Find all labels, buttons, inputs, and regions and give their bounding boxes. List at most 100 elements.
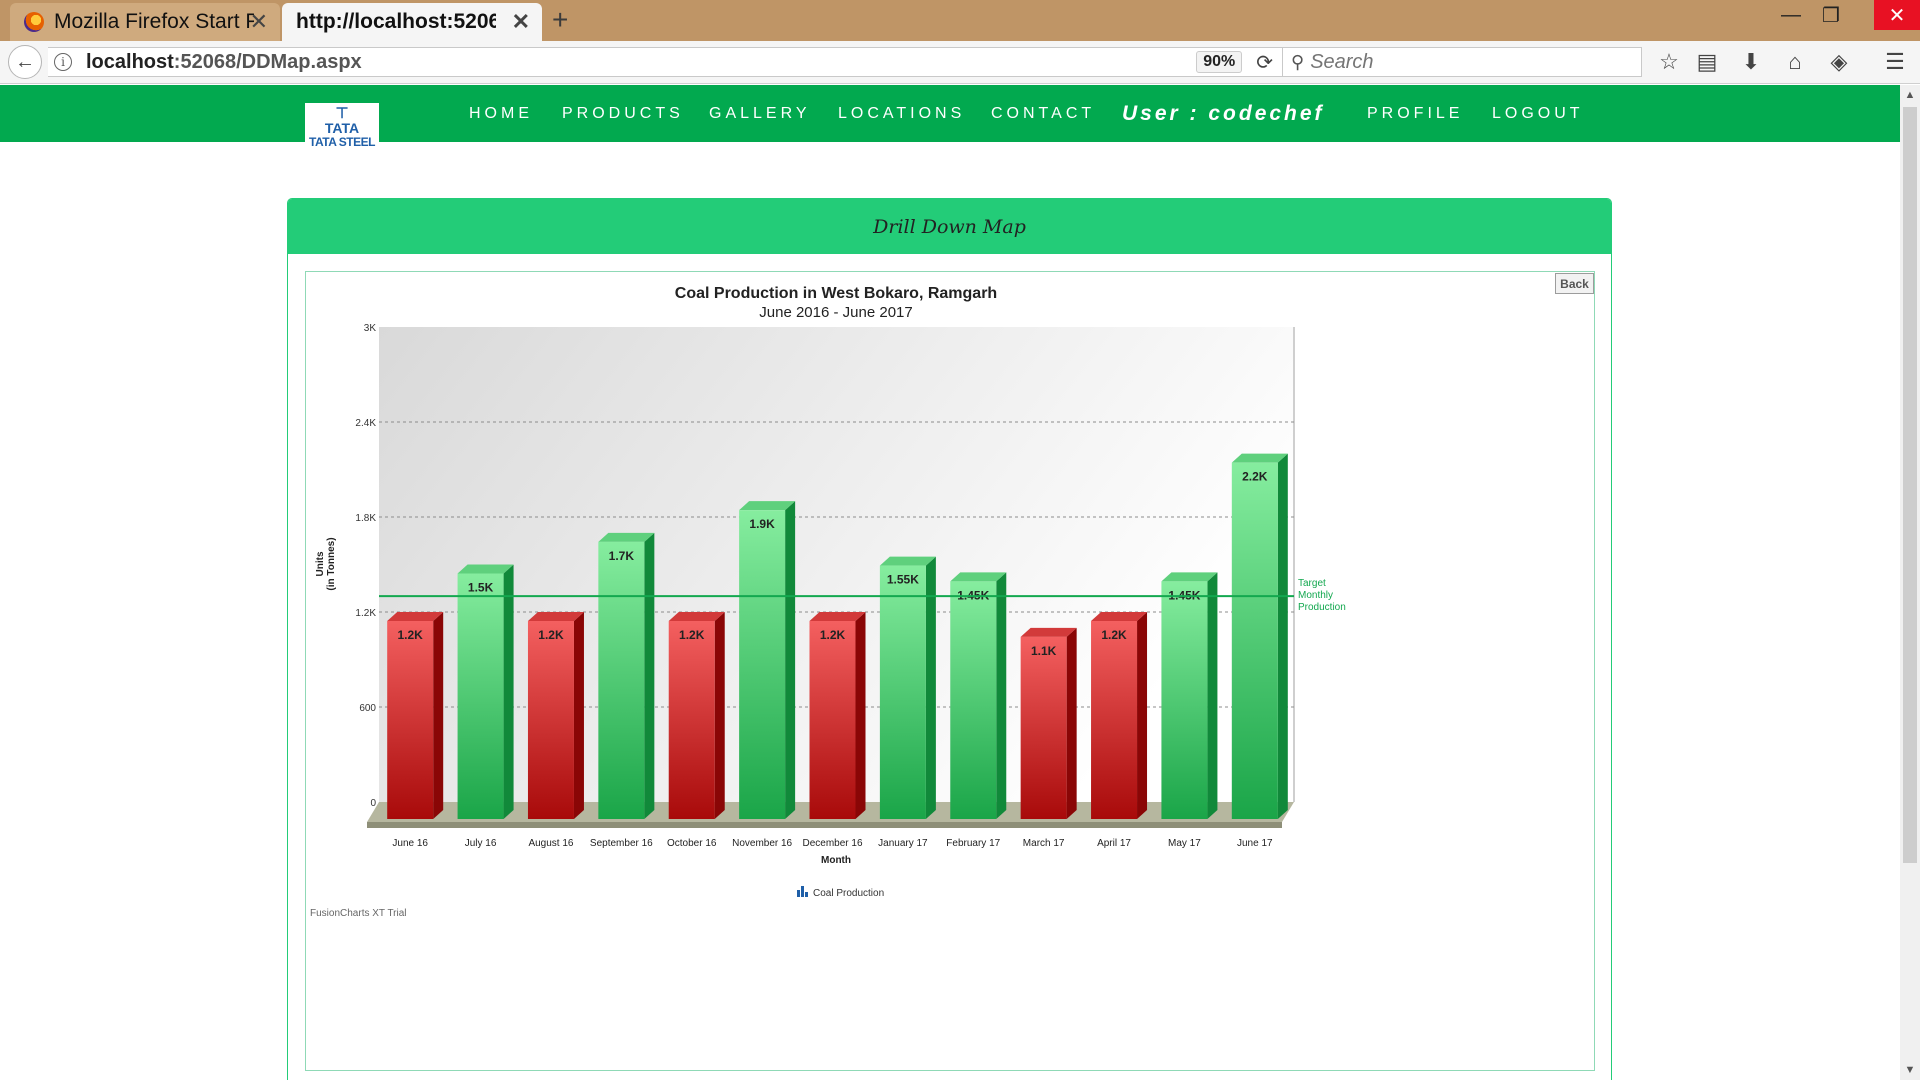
- vertical-scrollbar[interactable]: ▲ ▼: [1900, 85, 1920, 1080]
- restore-icon[interactable]: ❐: [1808, 0, 1854, 30]
- nav-logout[interactable]: LOGOUT: [1492, 85, 1584, 142]
- bar-value-label: 1.2K: [679, 628, 705, 642]
- bar: [527, 621, 574, 819]
- bar: [950, 581, 997, 819]
- x-tick-label: November 16: [732, 838, 792, 849]
- address-bar[interactable]: i localhost:52068/DDMap.aspx 90% ⟳: [48, 47, 1284, 77]
- nav-profile[interactable]: PROFILE: [1367, 85, 1463, 142]
- bar-value-label: 1.2K: [820, 628, 846, 642]
- y-tick-label: 2.4K: [355, 418, 376, 429]
- bar-value-label: 1.2K: [398, 628, 424, 642]
- bar-side: [1277, 453, 1288, 819]
- x-tick-label: June 16: [392, 838, 428, 849]
- y-tick-label: 600: [359, 703, 376, 714]
- bar: [457, 573, 504, 819]
- nav-home[interactable]: HOME: [469, 85, 533, 142]
- menu-hamburger-icon[interactable]: ☰: [1880, 49, 1910, 75]
- close-tab-icon[interactable]: ✕: [250, 9, 268, 35]
- legend-icon-bar: [805, 892, 808, 897]
- x-tick-label: September 16: [590, 838, 653, 849]
- trial-watermark: FusionCharts XT Trial: [310, 908, 407, 919]
- scroll-up-arrow-icon[interactable]: ▲: [1900, 85, 1920, 105]
- scroll-thumb[interactable]: [1903, 107, 1917, 863]
- window-close-icon[interactable]: ✕: [1874, 0, 1920, 30]
- chart-floor-front: [367, 822, 1282, 828]
- bar: [879, 565, 926, 819]
- bar: [1161, 581, 1208, 819]
- reading-list-icon[interactable]: ▤: [1692, 49, 1722, 75]
- url-path: :52068/DDMap.aspx: [173, 50, 362, 73]
- x-tick-label: January 17: [878, 838, 928, 849]
- legend-label: Coal Production: [813, 888, 884, 899]
- bar: [1020, 636, 1067, 819]
- reload-icon[interactable]: ⟳: [1256, 50, 1273, 75]
- x-tick-label: August 16: [528, 838, 573, 849]
- bar: [739, 510, 786, 819]
- pocket-icon[interactable]: ◈: [1824, 49, 1854, 75]
- bar-value-label: 2.2K: [1242, 470, 1268, 484]
- bar-value-label: 1.7K: [609, 549, 635, 563]
- back-arrow-icon[interactable]: ←: [8, 45, 42, 79]
- bookmark-star-icon[interactable]: ☆: [1654, 49, 1684, 75]
- y-tick-label: 1.8K: [355, 513, 376, 524]
- site-header: ⊤ TATA TATA STEEL HOME PRODUCTS GALLERY …: [0, 85, 1900, 157]
- search-icon: ⚲: [1291, 51, 1305, 72]
- panel-title: Drill Down Map: [288, 199, 1611, 254]
- y-axis-title-line1: Units: [315, 551, 326, 576]
- url-text[interactable]: localhost:52068/DDMap.aspx: [86, 51, 1196, 74]
- info-icon[interactable]: i: [54, 53, 72, 71]
- tab-title: http://localhost:52068/DDMap.aspx: [296, 10, 496, 33]
- nav-gallery[interactable]: GALLERY: [709, 85, 811, 142]
- firefox-icon: [24, 12, 44, 32]
- target-line-label: Target: [1298, 578, 1326, 589]
- legend-icon-bar: [797, 890, 800, 897]
- bar-side: [785, 501, 796, 819]
- bar-side: [503, 564, 514, 819]
- x-tick-label: February 17: [946, 838, 1000, 849]
- nav-products[interactable]: PRODUCTS: [562, 85, 684, 142]
- tab-firefox-start[interactable]: Mozilla Firefox Start Page ✕: [10, 3, 280, 41]
- logo-line2: TATA STEEL: [309, 135, 375, 149]
- bar: [1231, 462, 1278, 819]
- bar: [387, 621, 434, 819]
- search-bar[interactable]: ⚲: [1282, 47, 1642, 77]
- search-input[interactable]: [1310, 50, 1611, 74]
- bar: [668, 621, 715, 819]
- x-tick-label: December 16: [802, 838, 862, 849]
- nav-contact[interactable]: CONTACT: [991, 85, 1095, 142]
- bar-side: [573, 612, 584, 819]
- x-tick-label: July 16: [465, 838, 497, 849]
- chart-title: Coal Production in West Bokaro, Ramgarh: [675, 285, 997, 302]
- tata-steel-logo[interactable]: ⊤ TATA TATA STEEL: [305, 103, 379, 157]
- scroll-down-arrow-icon[interactable]: ▼: [1900, 1060, 1920, 1080]
- bar: [598, 541, 645, 819]
- nav-locations[interactable]: LOCATIONS: [838, 85, 965, 142]
- bar-value-label: 1.9K: [749, 517, 775, 531]
- bar-side: [714, 612, 725, 819]
- bar: [1091, 621, 1138, 819]
- target-line-label: Monthly: [1298, 590, 1333, 601]
- url-host: localhost: [86, 50, 174, 73]
- nav-user: User : codechef: [1122, 101, 1325, 125]
- home-icon[interactable]: ⌂: [1780, 49, 1810, 75]
- tab-ddmap[interactable]: http://localhost:52068/DDMap.aspx ✕: [282, 3, 542, 41]
- back-button[interactable]: Back: [1555, 273, 1594, 294]
- tata-emblem-icon: ⊤: [335, 105, 349, 122]
- bar-value-label: 1.1K: [1031, 644, 1057, 658]
- x-tick-label: March 17: [1023, 838, 1065, 849]
- download-icon[interactable]: ⬇: [1736, 49, 1766, 75]
- bar-side: [1066, 627, 1077, 819]
- bar-value-label: 1.55K: [887, 573, 919, 587]
- y-tick-label: 0: [370, 798, 376, 809]
- new-tab-icon[interactable]: +: [552, 4, 568, 36]
- page-viewport: ⊤ TATA TATA STEEL HOME PRODUCTS GALLERY …: [0, 85, 1900, 1080]
- bar-side: [433, 612, 444, 819]
- chart-container: Coal Production in West Bokaro, Ramgarh J…: [305, 271, 1595, 1071]
- logo-line1: TATA: [324, 120, 360, 136]
- close-tab-icon[interactable]: ✕: [512, 9, 530, 35]
- zoom-indicator[interactable]: 90%: [1196, 51, 1243, 73]
- target-line-label: Production: [1298, 602, 1346, 613]
- browser-titlebar: Mozilla Firefox Start Page ✕ http://loca…: [0, 0, 1920, 41]
- bar-side: [644, 532, 655, 819]
- bar-value-label: 1.2K: [538, 628, 564, 642]
